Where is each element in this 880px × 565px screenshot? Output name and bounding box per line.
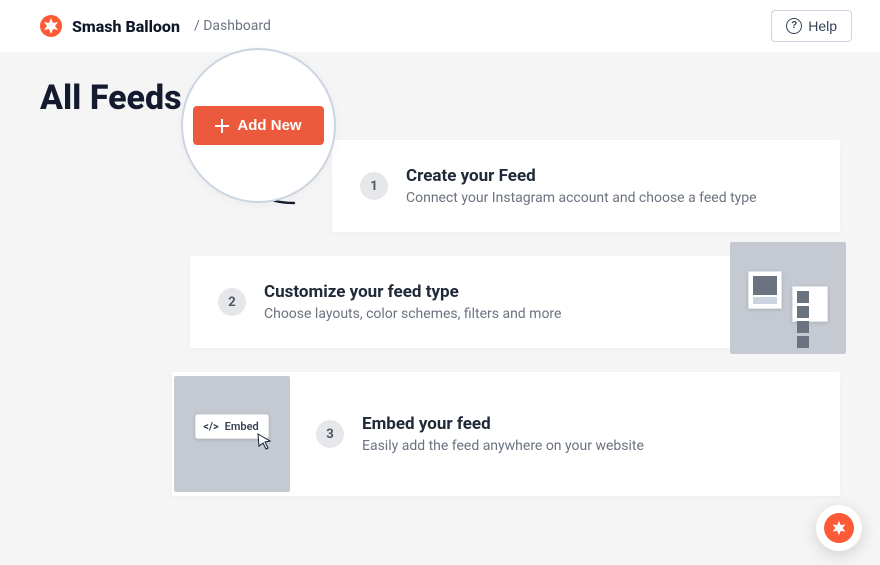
page-title: All Feeds — [40, 78, 182, 118]
help-label: Help — [808, 18, 837, 34]
embed-thumb-icon: </> Embed — [174, 376, 290, 492]
help-button[interactable]: ? Help — [771, 10, 852, 42]
step-desc: Connect your Instagram account and choos… — [406, 190, 757, 206]
step-number-badge: 3 — [316, 420, 344, 448]
help-icon: ? — [786, 18, 802, 34]
support-fab-icon — [824, 513, 854, 543]
brand-logo-icon — [40, 15, 62, 37]
step-card-3: </> Embed 3 Embed your feed Easily add t… — [172, 372, 840, 496]
title-row: All Feeds — [0, 52, 880, 128]
step-title: Embed your feed — [362, 414, 644, 434]
brand: Smash Balloon / Dashboard — [40, 15, 271, 37]
step-title: Customize your feed type — [264, 282, 561, 302]
add-new-button[interactable]: Add New — [193, 106, 323, 145]
step-title: Create your Feed — [406, 166, 757, 186]
steps-list: 1 Create your Feed Connect your Instagra… — [0, 140, 880, 516]
step-card-1: 1 Create your Feed Connect your Instagra… — [332, 140, 840, 232]
add-new-label: Add New — [237, 117, 301, 134]
cursor-icon — [256, 432, 274, 450]
step-number-badge: 2 — [218, 288, 246, 316]
step-number-badge: 1 — [360, 172, 388, 200]
embed-chip-label: Embed — [225, 420, 259, 433]
code-icon: </> — [203, 420, 218, 433]
app-header: Smash Balloon / Dashboard ? Help — [0, 0, 880, 52]
plus-icon — [215, 119, 229, 133]
callout-highlight: Add New — [181, 48, 336, 203]
embed-chip: </> Embed — [195, 414, 268, 439]
step-desc: Easily add the feed anywhere on your web… — [362, 438, 644, 454]
brand-name: Smash Balloon — [72, 17, 180, 36]
layout-thumb-icon — [730, 242, 846, 354]
breadcrumb: / Dashboard — [194, 18, 271, 34]
step-card-2: 2 Customize your feed type Choose layout… — [190, 256, 840, 348]
step-desc: Choose layouts, color schemes, filters a… — [264, 306, 561, 322]
support-fab-button[interactable] — [816, 505, 862, 551]
